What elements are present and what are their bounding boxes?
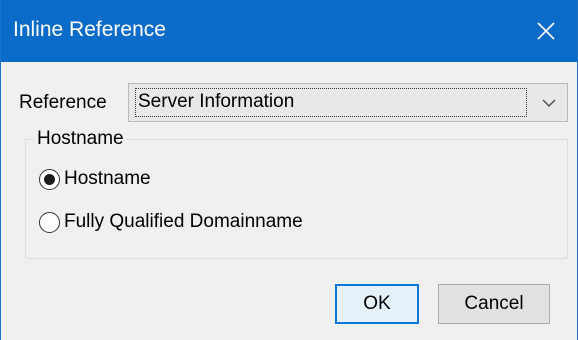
close-icon — [537, 22, 555, 40]
hostname-group-legend: Hostname — [34, 128, 127, 150]
dialog-title: Inline Reference — [13, 18, 166, 41]
radio-fqdn-label[interactable]: Fully Qualified Domainname — [64, 211, 303, 233]
radio-hostname-label[interactable]: Hostname — [64, 168, 151, 190]
chevron-down-icon — [542, 99, 555, 107]
close-button[interactable] — [515, 0, 577, 62]
hostname-groupbox — [25, 139, 568, 259]
radio-fqdn[interactable]: Fully Qualified Domainname — [39, 208, 303, 236]
dialog-window: Inline Reference Reference Server Inform… — [0, 0, 578, 340]
dropdown-arrow[interactable] — [530, 84, 567, 121]
cancel-button[interactable]: Cancel — [438, 284, 550, 324]
reference-dropdown[interactable]: Server Information — [128, 83, 568, 122]
radio-dot — [44, 173, 55, 185]
radio-unchecked-icon[interactable] — [39, 211, 60, 233]
title-bar: Inline Reference — [1, 0, 577, 62]
radio-hostname[interactable]: Hostname — [39, 165, 151, 193]
ok-button[interactable]: OK — [335, 284, 419, 324]
radio-checked-icon[interactable] — [39, 168, 60, 190]
reference-label: Reference — [19, 92, 107, 113]
reference-selected-value: Server Information — [135, 88, 527, 117]
